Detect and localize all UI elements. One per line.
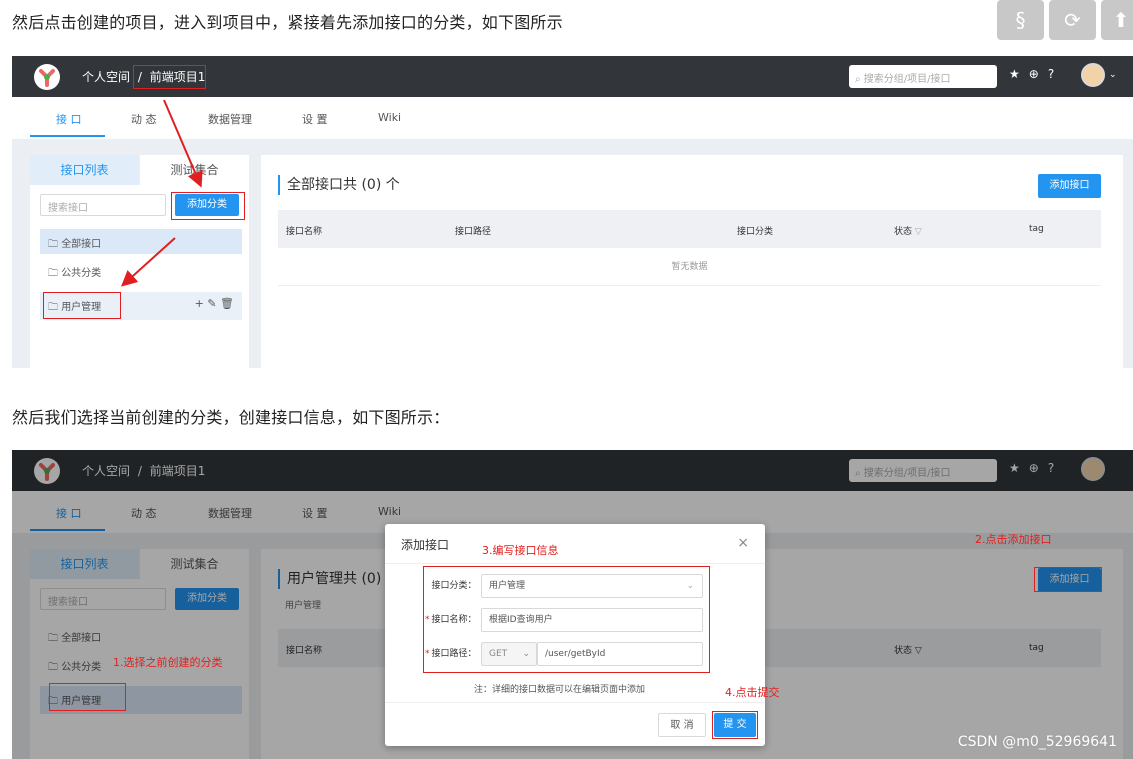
paragraph-1: 然后点击创建的项目，进入到项目中，紧接着先添加接口的分类，如下图所示 xyxy=(12,13,563,32)
modal-title: 添加接口 xyxy=(385,524,765,564)
section-icon[interactable]: § xyxy=(997,0,1044,40)
modal-footer: 取 消 提 交 xyxy=(385,702,765,746)
screenshot-2: 个人空间 / 前端项目1 ⌕ 搜索分组/项目/接口 ★ ⊕? 接 口 动 态 数据… xyxy=(12,450,1133,759)
highlight-category xyxy=(49,683,126,711)
refresh-icon[interactable]: ⟳ xyxy=(1049,0,1096,40)
paragraph-2: 然后我们选择当前创建的分类，创建接口信息，如下图所示： xyxy=(12,408,450,427)
annotation-3: 3.编写接口信息 xyxy=(482,544,559,557)
annotation-1: 1.选择之前创建的分类 xyxy=(113,656,223,669)
annotation-4: 4.点击提交 xyxy=(725,686,780,699)
watermark: CSDN @m0_52969641 xyxy=(957,734,1117,750)
close-icon[interactable]: × xyxy=(737,535,749,551)
cancel-button[interactable]: 取 消 xyxy=(658,713,706,737)
up-arrow-icon[interactable]: ⬆ xyxy=(1101,0,1133,40)
screenshot-1: 个人空间 / 前端项目1 ⌕ 搜索分组/项目/接口 ★ ⊕? ⌄ 接 口 动 态 … xyxy=(12,56,1133,368)
arrows xyxy=(121,99,203,287)
modal-note: 注：详细的接口数据可以在编辑页面中添加 xyxy=(474,685,646,695)
highlight-form xyxy=(423,566,710,673)
annotation-2: 2.点击添加接口 xyxy=(975,533,1052,546)
highlight-add-api xyxy=(1034,567,1102,592)
highlight-submit xyxy=(712,711,758,739)
